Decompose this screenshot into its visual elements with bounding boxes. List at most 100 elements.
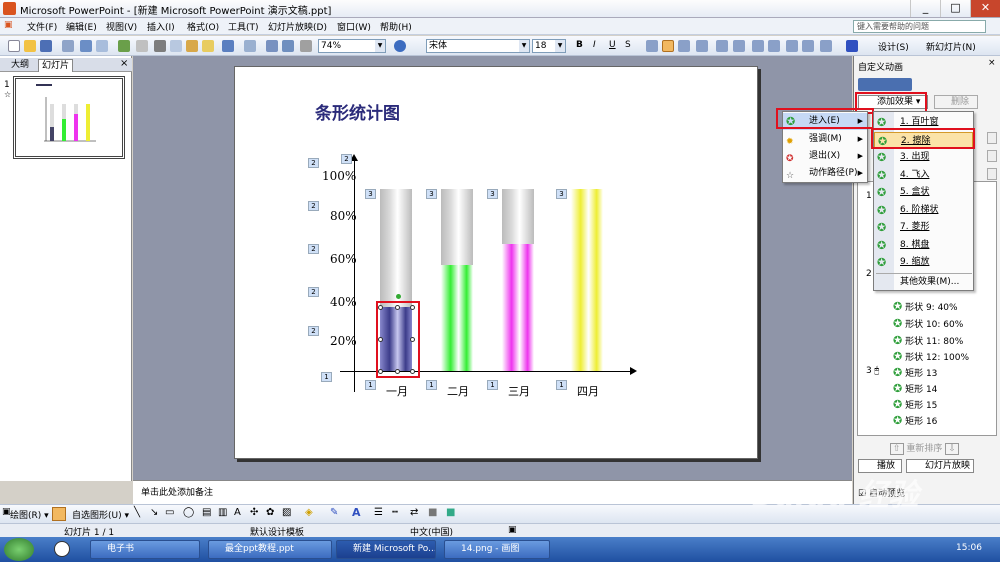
minimize-button[interactable]: _ bbox=[910, 0, 940, 17]
font-size-select[interactable]: 18 ▼ bbox=[532, 39, 566, 53]
submenu-item[interactable]: ✪ 8. 棋盘 bbox=[874, 237, 973, 254]
decrease-font-icon[interactable] bbox=[768, 40, 780, 52]
tab-slides[interactable]: 幻灯片 bbox=[38, 59, 74, 72]
zoom-select[interactable]: 74% ▼ bbox=[318, 39, 386, 53]
fill-color-icon[interactable]: ◈ bbox=[305, 507, 313, 518]
move-up-icon[interactable]: ⇧ bbox=[890, 443, 904, 455]
bar-2[interactable] bbox=[441, 265, 473, 371]
textbox-icon[interactable]: ▤ bbox=[202, 507, 211, 518]
save-icon[interactable] bbox=[40, 40, 52, 52]
submenu-item[interactable]: ✪ 9. 缩放 bbox=[874, 254, 973, 271]
submenu-item[interactable]: ✪ 4. 飞入 bbox=[874, 167, 973, 184]
taskbar-paint[interactable]: 14.png - 画图 bbox=[444, 540, 550, 559]
start-button[interactable] bbox=[4, 538, 34, 561]
numbering-icon[interactable] bbox=[716, 40, 728, 52]
task-pane-nav[interactable] bbox=[858, 78, 912, 91]
property-dropdown-2[interactable] bbox=[987, 150, 997, 162]
slide[interactable]: 条形统计图 bbox=[234, 66, 758, 459]
wordart-icon[interactable]: A bbox=[234, 507, 241, 518]
submenu-item[interactable]: ✪ 5. 盒状 bbox=[874, 184, 973, 201]
notes-pane[interactable]: 单击此处添加备注 bbox=[133, 480, 852, 504]
task-pane-close-icon[interactable]: × bbox=[988, 58, 996, 68]
underline-button[interactable]: U bbox=[609, 40, 616, 50]
permission-icon[interactable] bbox=[62, 40, 74, 52]
menu-slideshow[interactable]: 幻灯片放映(D) bbox=[268, 20, 327, 33]
decrease-indent-icon[interactable] bbox=[786, 40, 798, 52]
menu-insert[interactable]: 插入(I) bbox=[147, 20, 175, 33]
taskbar-ebook[interactable]: 电子书 bbox=[90, 540, 200, 559]
chart-icon[interactable] bbox=[266, 40, 278, 52]
menu-format[interactable]: 格式(O) bbox=[187, 20, 219, 33]
copy-icon[interactable] bbox=[170, 40, 182, 52]
table-icon[interactable] bbox=[282, 40, 294, 52]
submenu-item[interactable]: ✪ 6. 阶梯状 bbox=[874, 202, 973, 219]
print-icon[interactable] bbox=[80, 40, 92, 52]
slide-title[interactable]: 条形统计图 bbox=[315, 99, 400, 124]
align-center-icon[interactable] bbox=[662, 40, 674, 52]
pane-close-icon[interactable]: × bbox=[120, 58, 128, 69]
menu-edit[interactable]: 编辑(E) bbox=[66, 20, 97, 33]
taskbar-ppt-tutorial[interactable]: 最全ppt教程.ppt bbox=[208, 540, 332, 559]
rotate-handle[interactable] bbox=[396, 294, 401, 299]
list-item[interactable]: ✪ 矩形 15 bbox=[893, 398, 937, 411]
open-icon[interactable] bbox=[24, 40, 36, 52]
app-menu-icon[interactable]: ▣ bbox=[4, 20, 13, 30]
bar-4[interactable] bbox=[571, 189, 603, 371]
paste-icon[interactable] bbox=[186, 40, 198, 52]
taskbar-ppt-new[interactable]: 新建 Microsoft Po... bbox=[336, 540, 436, 559]
tab-outline[interactable]: 大纲 bbox=[8, 59, 32, 72]
align-left-icon[interactable] bbox=[646, 40, 658, 52]
menu-item-exit[interactable]: ✪ 退出(X) ▶ bbox=[783, 148, 867, 165]
new-slide-button[interactable]: 新幻灯片(N) bbox=[926, 40, 976, 53]
shadow-style-icon[interactable]: ■ bbox=[428, 507, 437, 518]
menu-help[interactable]: 帮助(H) bbox=[380, 20, 412, 33]
distribute-icon[interactable] bbox=[696, 40, 708, 52]
more-effects-item[interactable]: 其他效果(M)... bbox=[874, 274, 973, 291]
new-icon[interactable] bbox=[8, 40, 20, 52]
quicklaunch-icon[interactable] bbox=[54, 541, 70, 557]
menu-view[interactable]: 视图(V) bbox=[106, 20, 137, 33]
menu-tools[interactable]: 工具(T) bbox=[228, 20, 259, 33]
draw-menu[interactable]: 绘图(R) ▾ bbox=[10, 508, 49, 521]
spelling-icon[interactable] bbox=[118, 40, 130, 52]
list-item[interactable]: ✪ 矩形 14 bbox=[893, 382, 937, 395]
list-item[interactable]: ✪ 矩形 16 bbox=[893, 414, 937, 427]
close-button[interactable]: ✕ bbox=[970, 0, 1000, 17]
redo-icon[interactable] bbox=[244, 40, 256, 52]
research-icon[interactable] bbox=[136, 40, 148, 52]
oval-icon[interactable]: ◯ bbox=[183, 507, 194, 518]
maximize-button[interactable]: □ bbox=[940, 0, 970, 17]
autoshape-menu[interactable]: 自选图形(U) ▾ bbox=[72, 508, 129, 521]
submenu-item[interactable]: ✪ 7. 菱形 bbox=[874, 219, 973, 236]
bullets-icon[interactable] bbox=[733, 40, 745, 52]
menu-item-emphasis[interactable]: ✹ 强调(M) ▶ bbox=[783, 131, 867, 148]
line-icon[interactable]: ╲ bbox=[134, 507, 140, 518]
align-right-icon[interactable] bbox=[678, 40, 690, 52]
list-item[interactable]: ✪ 形状 12: 100% bbox=[893, 350, 969, 363]
menu-item-motion-path[interactable]: ☆ 动作路径(P) ▶ bbox=[783, 165, 867, 182]
menu-window[interactable]: 窗口(W) bbox=[337, 20, 371, 33]
property-dropdown-1[interactable] bbox=[987, 132, 997, 144]
border-icon[interactable] bbox=[820, 40, 832, 52]
bar-3[interactable] bbox=[502, 243, 534, 371]
list-item[interactable]: ✪ 形状 10: 60% bbox=[893, 317, 963, 330]
bold-button[interactable]: B bbox=[576, 40, 583, 50]
slide-thumbnail[interactable] bbox=[13, 76, 125, 159]
print-preview-icon[interactable] bbox=[96, 40, 108, 52]
3d-style-icon[interactable]: ■ bbox=[446, 507, 455, 518]
undo-icon[interactable] bbox=[222, 40, 234, 52]
design-button[interactable]: 设计(S) bbox=[878, 40, 909, 53]
clipart-icon[interactable]: ✿ bbox=[266, 507, 274, 518]
list-item[interactable]: ✪ 形状 9: 40% bbox=[893, 300, 958, 313]
list-item[interactable]: ✪ 形状 11: 80% bbox=[893, 334, 963, 347]
shadow-button[interactable]: S bbox=[625, 40, 631, 50]
grid-icon[interactable] bbox=[300, 40, 312, 52]
menu-file[interactable]: 文件(F) bbox=[27, 20, 57, 33]
cut-icon[interactable] bbox=[154, 40, 166, 52]
font-select[interactable]: 宋体 ▼ bbox=[426, 39, 530, 53]
picture-icon[interactable]: ▨ bbox=[282, 507, 291, 518]
line-style-icon[interactable]: ☰ bbox=[374, 507, 383, 518]
font-color-draw-icon[interactable]: A bbox=[352, 506, 361, 519]
diagram-icon[interactable]: ✣ bbox=[250, 507, 258, 518]
help-icon[interactable] bbox=[394, 40, 406, 52]
